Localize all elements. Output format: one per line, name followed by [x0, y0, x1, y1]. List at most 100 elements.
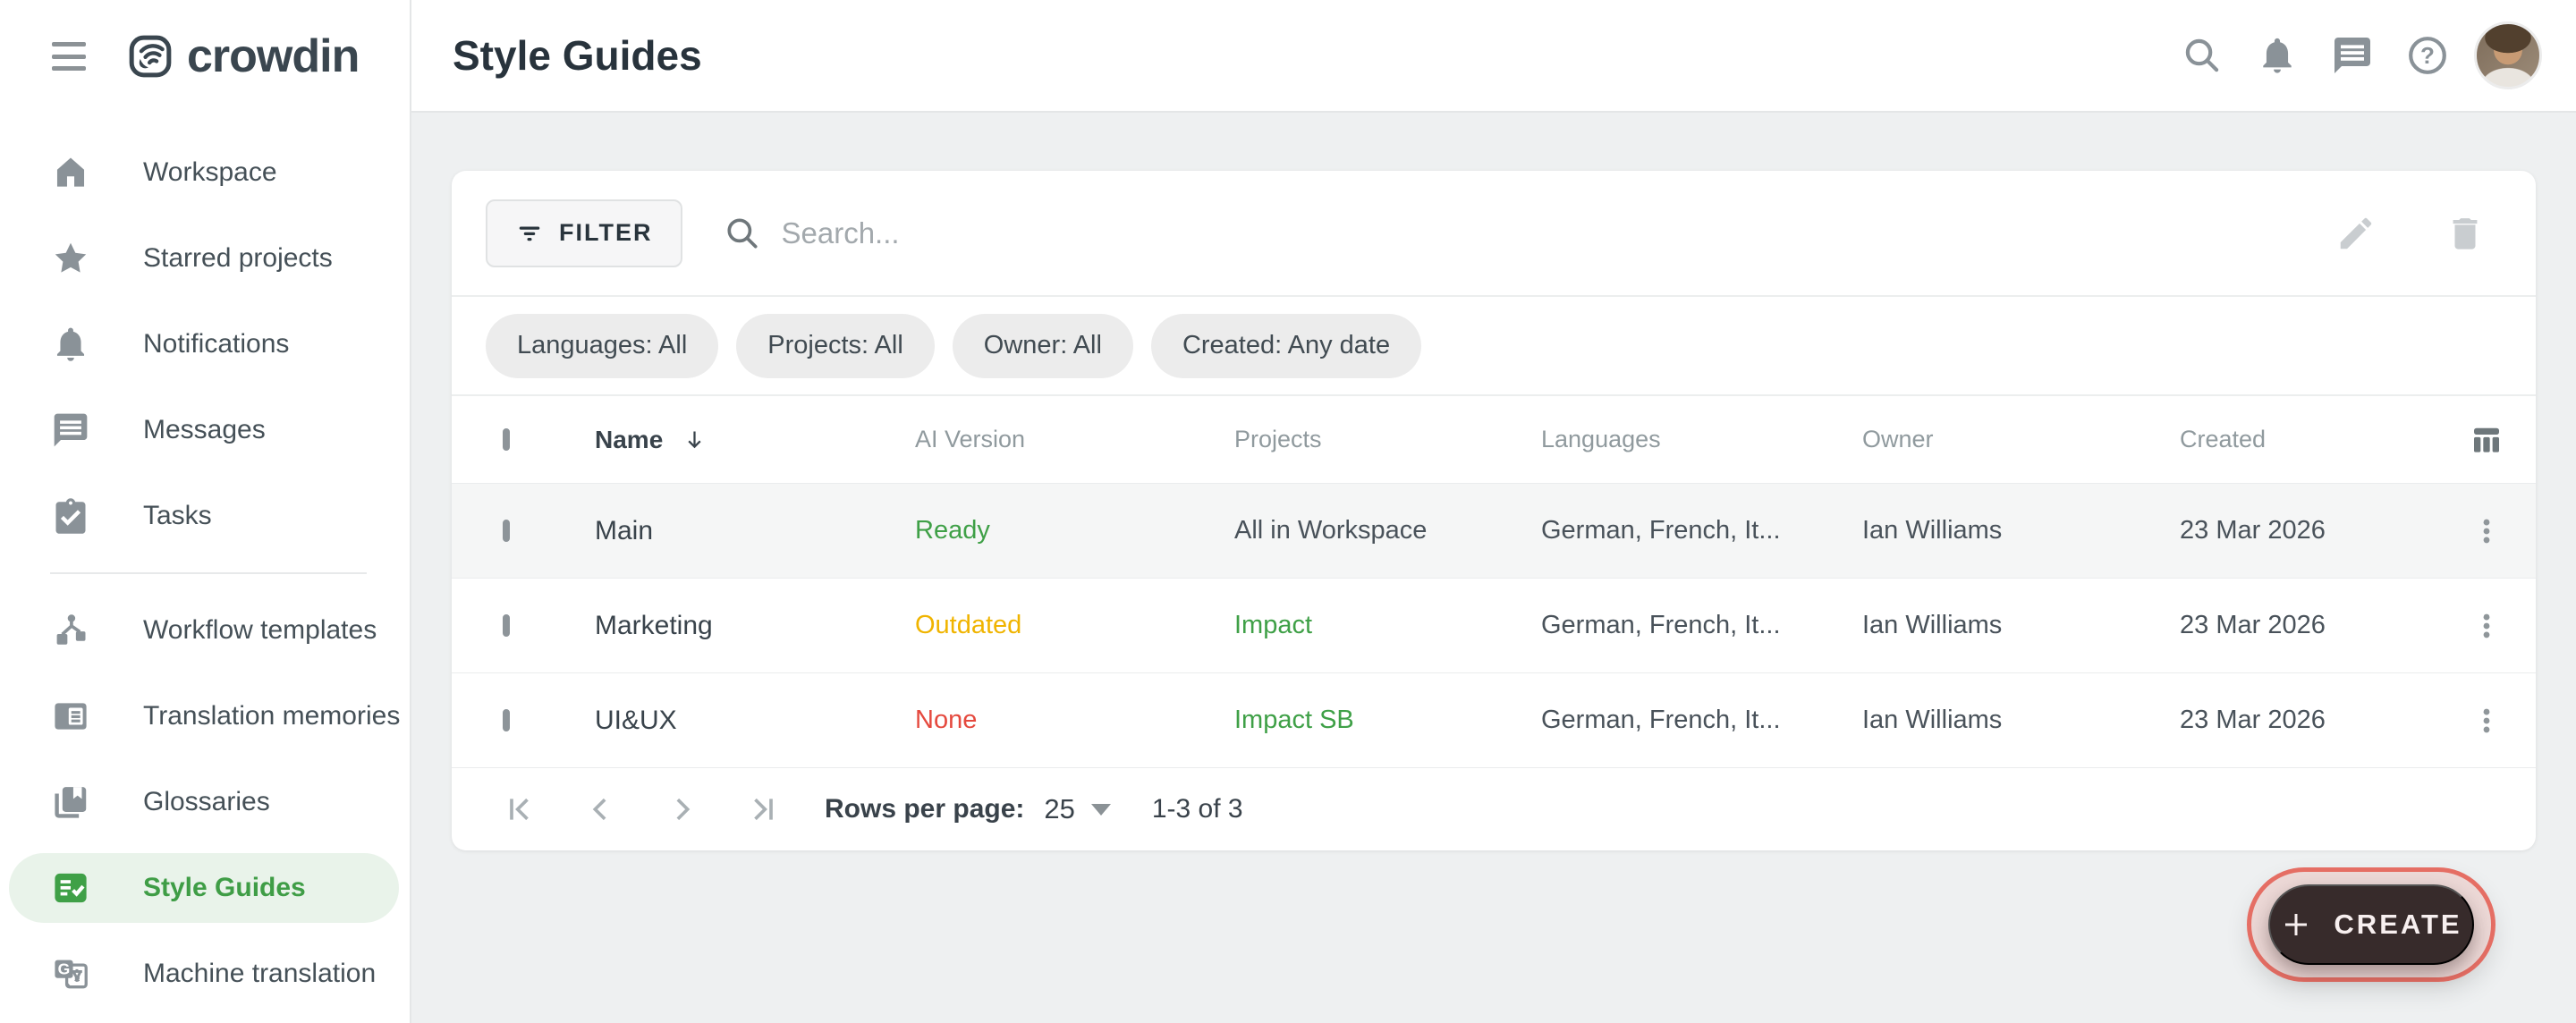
sidebar-item-label: Tasks	[143, 501, 212, 531]
sidebar-item-label: Workflow templates	[143, 615, 377, 646]
pagination-range: 1-3 of 3	[1152, 794, 1243, 824]
page-title: Style Guides	[453, 31, 702, 80]
sidebar-item-workspace[interactable]: Workspace	[0, 130, 410, 216]
user-avatar[interactable]	[2474, 21, 2542, 89]
sidebar-item-starred-projects[interactable]: Starred projects	[0, 216, 410, 301]
search-field-icon	[724, 215, 761, 252]
projects-value: All in Workspace	[1234, 516, 1541, 545]
languages-value: German, French, It...	[1541, 611, 1862, 640]
notifications-icon[interactable]	[2256, 34, 2299, 77]
rows-per-page-label: Rows per page:	[825, 794, 1024, 824]
sidebar-item-label: Glossaries	[143, 787, 270, 817]
home-icon	[50, 152, 91, 193]
sidebar-item-machine-translation[interactable]: G Machine translation	[0, 931, 410, 1017]
delete-icon[interactable]	[2443, 211, 2487, 256]
languages-value: German, French, It...	[1541, 516, 1862, 545]
create-button[interactable]: CREATE	[2268, 884, 2474, 965]
row-menu-icon[interactable]	[2437, 579, 2536, 672]
style-guide-name: UI&UX	[595, 706, 915, 736]
chip-created[interactable]: Created: Any date	[1151, 314, 1421, 378]
tasks-icon	[50, 495, 91, 537]
sidebar-item-label: Translation memories	[143, 701, 400, 731]
sidebar-item-glossaries[interactable]: Glossaries	[0, 759, 410, 845]
sidebar-item-label: Style Guides	[143, 873, 306, 903]
svg-text:?: ?	[2420, 42, 2435, 69]
sidebar-item-label: Workspace	[143, 157, 277, 188]
crowdin-logo-icon	[128, 34, 173, 79]
rows-per-page-select[interactable]: 25	[1044, 793, 1074, 825]
search-icon[interactable]	[2181, 34, 2224, 77]
crowdin-logo[interactable]: crowdin	[128, 30, 359, 83]
translation-memory-icon	[50, 696, 91, 737]
main-content: FILTER Languages: All P	[411, 113, 2576, 1023]
sidebar-item-notifications[interactable]: Notifications	[0, 301, 410, 387]
sidebar: crowdin Workspace Starred projects	[0, 0, 411, 1023]
bell-icon	[50, 324, 91, 365]
column-header-languages[interactable]: Languages	[1541, 426, 1862, 453]
column-header-projects[interactable]: Projects	[1234, 426, 1541, 453]
row-checkbox[interactable]	[503, 709, 510, 731]
crowdin-logo-text: crowdin	[187, 30, 359, 83]
row-checkbox[interactable]	[503, 520, 510, 542]
table-row[interactable]: UI&UX None Impact SB German, French, It.…	[452, 672, 2536, 767]
created-value: 23 Mar 2026	[2180, 706, 2437, 735]
column-header-ai-version[interactable]: AI Version	[915, 426, 1234, 453]
chip-owner[interactable]: Owner: All	[953, 314, 1133, 378]
project-link[interactable]: Impact SB	[1234, 706, 1541, 735]
table-header: Name AI Version Projects Languages Owner…	[452, 396, 2536, 483]
table-row[interactable]: Main Ready All in Workspace German, Fren…	[452, 483, 2536, 578]
edit-icon[interactable]	[2334, 211, 2378, 256]
create-button-highlight: CREATE	[2247, 867, 2496, 982]
chip-languages[interactable]: Languages: All	[486, 314, 718, 378]
sidebar-item-tasks[interactable]: Tasks	[0, 473, 410, 559]
style-guides-card: FILTER Languages: All P	[452, 171, 2536, 850]
sidebar-item-style-guides[interactable]: Style Guides	[0, 845, 410, 931]
column-header-name[interactable]: Name	[595, 426, 915, 454]
filter-chips-row: Languages: All Projects: All Owner: All …	[452, 297, 2536, 394]
plus-icon	[2280, 909, 2312, 941]
last-page-icon[interactable]	[742, 790, 782, 829]
chevron-down-icon[interactable]	[1091, 804, 1111, 816]
columns-settings-icon[interactable]	[2437, 421, 2536, 459]
chip-projects[interactable]: Projects: All	[736, 314, 935, 378]
column-header-created[interactable]: Created	[2180, 426, 2437, 453]
messages-icon[interactable]	[2331, 34, 2374, 77]
row-checkbox[interactable]	[503, 614, 510, 637]
filter-icon	[516, 220, 543, 247]
column-header-owner[interactable]: Owner	[1862, 426, 2180, 453]
sidebar-item-messages[interactable]: Messages	[0, 387, 410, 473]
sidebar-item-label: Messages	[143, 415, 266, 445]
owner-value: Ian Williams	[1862, 516, 2180, 545]
style-guide-name: Main	[595, 516, 915, 546]
sidebar-item-label: Starred projects	[143, 243, 333, 274]
ai-version-status: Outdated	[915, 611, 1234, 640]
ai-version-status: None	[915, 706, 1234, 735]
sidebar-item-workflow-templates[interactable]: Workflow templates	[0, 588, 410, 673]
menu-toggle-icon[interactable]	[52, 42, 86, 71]
previous-page-icon[interactable]	[581, 790, 621, 829]
languages-value: German, French, It...	[1541, 706, 1862, 735]
style-guides-page: crowdin Workspace Starred projects	[0, 0, 2576, 1023]
table-toolbar: FILTER	[452, 171, 2536, 295]
search-input[interactable]	[781, 216, 1586, 250]
help-icon[interactable]: ?	[2406, 34, 2449, 77]
message-icon	[50, 410, 91, 451]
row-menu-icon[interactable]	[2437, 673, 2536, 767]
sidebar-divider	[50, 572, 367, 574]
create-button-label: CREATE	[2334, 909, 2462, 941]
row-menu-icon[interactable]	[2437, 484, 2536, 578]
next-page-icon[interactable]	[662, 790, 701, 829]
filter-button[interactable]: FILTER	[486, 199, 682, 267]
machine-translation-icon: G	[50, 953, 91, 994]
project-link[interactable]: Impact	[1234, 611, 1541, 640]
owner-value: Ian Williams	[1862, 706, 2180, 735]
select-all-checkbox[interactable]	[503, 428, 510, 451]
table-row[interactable]: Marketing Outdated Impact German, French…	[452, 578, 2536, 672]
first-page-icon[interactable]	[501, 790, 540, 829]
pagination-bar: Rows per page: 25 1-3 of 3	[452, 767, 2536, 850]
style-guides-icon	[50, 867, 91, 909]
search-field	[724, 215, 2334, 252]
style-guide-name: Marketing	[595, 611, 915, 641]
sidebar-item-translation-memories[interactable]: Translation memories	[0, 673, 410, 759]
workflow-icon	[50, 610, 91, 651]
